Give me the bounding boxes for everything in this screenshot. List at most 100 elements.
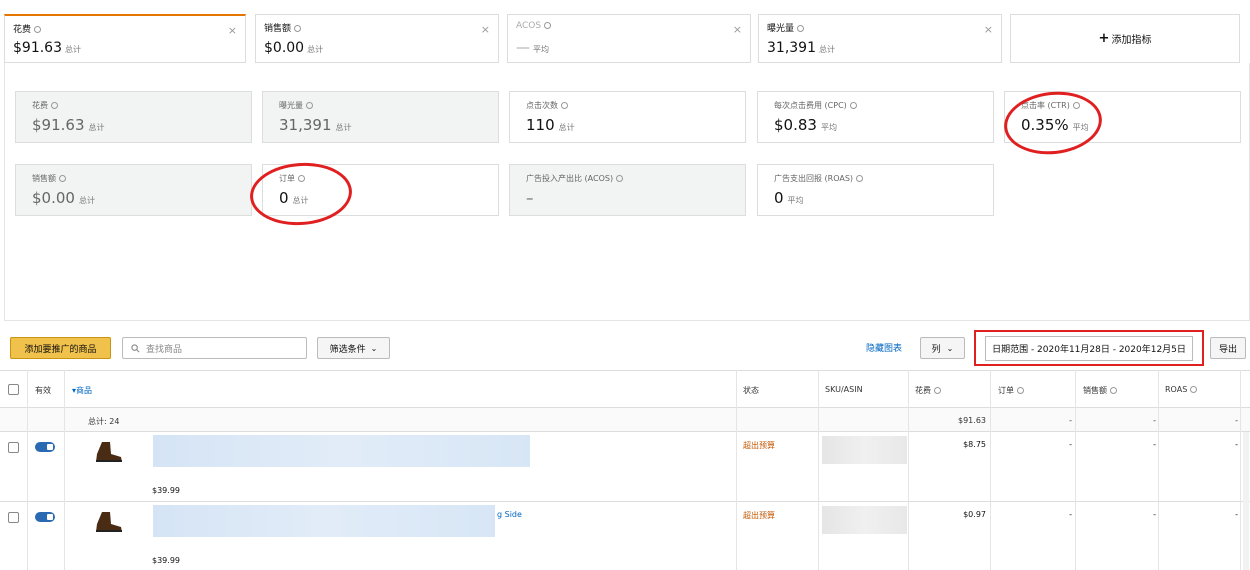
boot-icon <box>96 512 122 532</box>
card-label: 广告支出回报 (ROAS) <box>774 174 854 183</box>
card-cpc[interactable]: 每次点击费用 (CPC) $0.83 平均 <box>757 91 994 143</box>
table-row[interactable]: g Side $39.99 超出预算 $0.97 - - - <box>0 502 1250 570</box>
card-sales[interactable]: 销售额 $0.00 总计 <box>15 164 252 216</box>
campaign-dashboard: 花费 $91.63 总计 × 销售额 $0.00 总计 × ACOS — 平均 × 曝… <box>0 0 1250 570</box>
chevron-down-icon: ⌄ <box>946 343 954 353</box>
add-metric-button[interactable]: + 添加指标 <box>1010 14 1240 63</box>
boot-icon <box>96 442 122 462</box>
info-icon <box>306 102 313 109</box>
column-divider <box>736 370 737 570</box>
info-icon <box>856 175 864 182</box>
header-active[interactable]: 有效 <box>35 385 51 396</box>
header-roas-label: ROAS <box>1165 385 1188 394</box>
card-label: 广告投入产出比 (ACOS) <box>526 174 614 183</box>
card-spend[interactable]: 花费 $91.63 总计 <box>15 91 252 143</box>
metric-tab-unit: 平均 <box>533 45 549 54</box>
info-icon <box>561 102 568 109</box>
metric-tab-label: 销售额 <box>264 24 292 34</box>
header-sales[interactable]: 销售额 <box>1083 385 1117 396</box>
filter-dropdown[interactable]: 筛选条件 ⌄ <box>317 337 390 359</box>
info-icon <box>294 25 302 32</box>
search-input[interactable]: 查找商品 <box>122 337 307 359</box>
card-value: $91.63 <box>32 116 85 134</box>
header-orders-label: 订单 <box>998 386 1014 395</box>
column-divider <box>1240 370 1241 570</box>
column-divider <box>908 370 909 570</box>
product-title-redacted[interactable] <box>153 435 530 467</box>
search-placeholder: 查找商品 <box>146 344 183 355</box>
card-label: 每次点击费用 (CPC) <box>774 101 847 110</box>
select-all-checkbox[interactable] <box>8 384 19 395</box>
product-title-tail[interactable]: g Side <box>497 510 522 519</box>
metric-tab-impressions[interactable]: 曝光量 31,391 总计 × <box>758 14 1002 63</box>
total-sales: - <box>1153 416 1156 425</box>
info-icon <box>51 102 58 109</box>
active-toggle[interactable] <box>35 442 55 452</box>
header-status[interactable]: 状态 <box>743 385 759 396</box>
sku-redacted <box>822 506 907 534</box>
metric-tab-value: 31,391 <box>767 40 816 56</box>
card-unit: 平均 <box>787 196 804 205</box>
metric-tab-acos[interactable]: ACOS — 平均 × <box>507 14 751 63</box>
info-icon <box>797 25 805 32</box>
card-label: 销售额 <box>32 174 56 183</box>
row-checkbox[interactable] <box>8 442 19 453</box>
metric-tab-unit: 总计 <box>307 45 324 54</box>
metric-tab-sales[interactable]: 销售额 $0.00 总计 × <box>255 14 499 63</box>
close-icon[interactable]: × <box>228 24 237 37</box>
header-orders[interactable]: 订单 <box>998 385 1024 396</box>
column-divider <box>64 370 65 570</box>
close-icon[interactable]: × <box>733 23 742 36</box>
card-acos[interactable]: 广告投入产出比 (ACOS) – <box>509 164 746 216</box>
active-toggle[interactable] <box>35 512 55 522</box>
header-roas[interactable]: ROAS <box>1165 385 1198 394</box>
export-button[interactable]: 导出 <box>1210 337 1246 359</box>
metric-tab-value: — <box>516 40 530 56</box>
plus-icon: + <box>1098 31 1110 46</box>
date-range-highlight: 日期范围 - 2020年11月28日 - 2020年12月5日 <box>974 330 1204 366</box>
total-row: 总计: 24 $91.63 - - - <box>0 408 1250 432</box>
column-divider <box>1158 370 1159 570</box>
chevron-down-icon: ⌄ <box>370 343 378 353</box>
product-title-redacted[interactable] <box>153 505 495 537</box>
info-icon <box>59 175 66 182</box>
metric-tab-value: $0.00 <box>264 40 305 56</box>
header-spend[interactable]: 花费 <box>915 385 941 396</box>
close-icon[interactable]: × <box>984 23 993 36</box>
card-value: 110 <box>526 116 555 134</box>
metric-tab-label: 曝光量 <box>767 24 795 34</box>
card-clicks[interactable]: 点击次数 110 总计 <box>509 91 746 143</box>
card-value: 31,391 <box>279 116 332 134</box>
status-text: 超出预算 <box>743 511 775 520</box>
row-checkbox[interactable] <box>8 512 19 523</box>
card-value: $0.83 <box>774 116 817 134</box>
row-orders: - <box>1069 510 1072 519</box>
sku-redacted <box>822 436 907 464</box>
header-sku[interactable]: SKU/ASIN <box>825 385 863 394</box>
card-roas[interactable]: 广告支出回报 (ROAS) 0 平均 <box>757 164 994 216</box>
total-spend: $91.63 <box>958 416 986 425</box>
card-impressions[interactable]: 曝光量 31,391 总计 <box>262 91 499 143</box>
info-icon <box>544 22 552 29</box>
column-divider <box>818 370 819 570</box>
metric-tab-spend[interactable]: 花费 $91.63 总计 × <box>4 14 246 63</box>
hide-chart-link[interactable]: 隐藏图表 <box>866 341 902 354</box>
info-icon <box>1190 386 1198 393</box>
date-range-button[interactable]: 日期范围 - 2020年11月28日 - 2020年12月5日 <box>985 335 1193 361</box>
columns-dropdown[interactable]: 列 ⌄ <box>920 337 965 359</box>
add-product-button[interactable]: 添加要推广的商品 <box>10 337 111 359</box>
header-product[interactable]: ▾商品 <box>72 385 92 396</box>
card-unit: 总计 <box>558 123 575 132</box>
close-icon[interactable]: × <box>481 23 490 36</box>
metric-tab-label: 花费 <box>13 25 32 35</box>
table-header: 有效 ▾商品 状态 SKU/ASIN 花费 订单 销售额 ROAS <box>0 370 1250 408</box>
column-divider <box>27 370 28 570</box>
add-metric-label: 添加指标 <box>1111 35 1152 46</box>
metric-tab-value: $91.63 <box>13 40 62 56</box>
table-scrollbar[interactable] <box>1243 432 1249 570</box>
card-value: – <box>526 189 534 207</box>
card-unit: 总计 <box>88 123 105 132</box>
info-icon <box>1110 387 1117 394</box>
table-row[interactable]: $39.99 超出预算 $8.75 - - - <box>0 432 1250 502</box>
card-unit: 总计 <box>78 196 95 205</box>
